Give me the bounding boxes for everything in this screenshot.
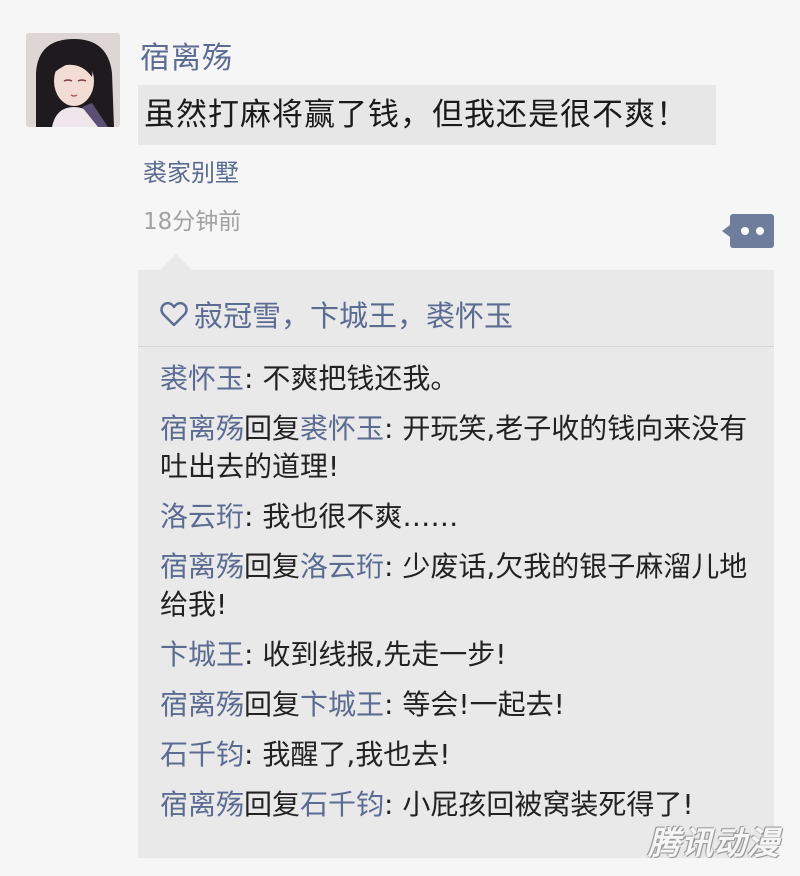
reply-word: 回复	[244, 788, 301, 821]
likes-names[interactable]: 寂冠雪，卞城王，裘怀玉	[194, 293, 513, 335]
comment-author[interactable]: 宿离殇	[160, 688, 244, 721]
post-timestamp: 18分钟前	[143, 209, 242, 235]
comment-author[interactable]: 裘怀玉	[160, 362, 244, 395]
comment-text: 不爽把钱还我。	[262, 362, 459, 395]
comment-separator: :	[244, 638, 263, 671]
comment-separator: :	[384, 412, 403, 445]
comment-separator: :	[384, 550, 403, 583]
comment-separator: :	[244, 500, 263, 533]
comment-item[interactable]: 卞城王: 收到线报,先走一步!	[160, 636, 760, 674]
comment-text: 我醒了,我也去!	[262, 738, 451, 771]
comment-author[interactable]: 宿离殇	[160, 550, 244, 583]
post-author-name[interactable]: 宿离殇	[140, 40, 233, 78]
comment-separator: :	[384, 688, 403, 721]
avatar-portrait-image	[26, 33, 120, 127]
likes-row: 寂冠雪，卞城王，裘怀玉	[160, 294, 513, 334]
divider	[138, 346, 774, 347]
reply-word: 回复	[244, 550, 301, 583]
moments-post: 宿离殇 虽然打麻将赢了钱，但我还是很不爽！ 裘家别墅 18分钟前 寂冠雪，卞城王…	[0, 0, 800, 876]
comment-item[interactable]: 宿离殇回复裘怀玉: 开玩笑,老子收的钱向来没有吐出去的道理!	[160, 410, 760, 486]
avatar[interactable]	[26, 33, 120, 127]
comment-author[interactable]: 宿离殇	[160, 412, 244, 445]
comment-item[interactable]: 石千钧: 我醒了,我也去!	[160, 736, 760, 774]
comment-list: 裘怀玉: 不爽把钱还我。 宿离殇回复裘怀玉: 开玩笑,老子收的钱向来没有吐出去的…	[160, 360, 760, 836]
comment-author[interactable]: 石千钧	[160, 738, 244, 771]
watermark-logo: 腾讯动漫	[648, 824, 781, 862]
comment-text: 等会!一起去!	[402, 688, 565, 721]
comment-item[interactable]: 宿离殇回复洛云珩: 少废话,欠我的银子麻溜儿地给我!	[160, 548, 760, 624]
comment-item[interactable]: 洛云珩: 我也很不爽……	[160, 498, 760, 536]
comment-section: 寂冠雪，卞城王，裘怀玉 裘怀玉: 不爽把钱还我。 宿离殇回复裘怀玉: 开玩笑,老…	[138, 254, 774, 858]
more-dots-icon	[755, 227, 764, 235]
reply-target[interactable]: 卞城王	[300, 688, 384, 721]
comment-item[interactable]: 宿离殇回复卞城王: 等会!一起去!	[160, 686, 760, 724]
reply-word: 回复	[244, 688, 301, 721]
comment-text: 我也很不爽……	[262, 500, 459, 533]
reply-target[interactable]: 裘怀玉	[300, 412, 384, 445]
comment-item[interactable]: 裘怀玉: 不爽把钱还我。	[160, 360, 760, 398]
more-actions-button[interactable]	[722, 214, 774, 248]
comment-text: 小屁孩回被窝装死得了!	[402, 788, 694, 821]
comment-text: 收到线报,先走一步!	[262, 638, 507, 671]
comment-author[interactable]: 宿离殇	[160, 788, 244, 821]
more-dots-icon	[740, 227, 749, 235]
reply-word: 回复	[244, 412, 301, 445]
reply-target[interactable]: 石千钧	[300, 788, 384, 821]
comment-separator: :	[244, 362, 263, 395]
comment-author[interactable]: 洛云珩	[160, 500, 244, 533]
comment-separator: :	[244, 738, 263, 771]
post-content-text: 虽然打麻将赢了钱，但我还是很不爽！	[138, 85, 716, 145]
post-location[interactable]: 裘家别墅	[143, 157, 239, 189]
heart-outline-icon	[160, 301, 188, 327]
reply-target[interactable]: 洛云珩	[300, 550, 384, 583]
comment-separator: :	[384, 788, 403, 821]
comment-author[interactable]: 卞城王	[160, 638, 244, 671]
